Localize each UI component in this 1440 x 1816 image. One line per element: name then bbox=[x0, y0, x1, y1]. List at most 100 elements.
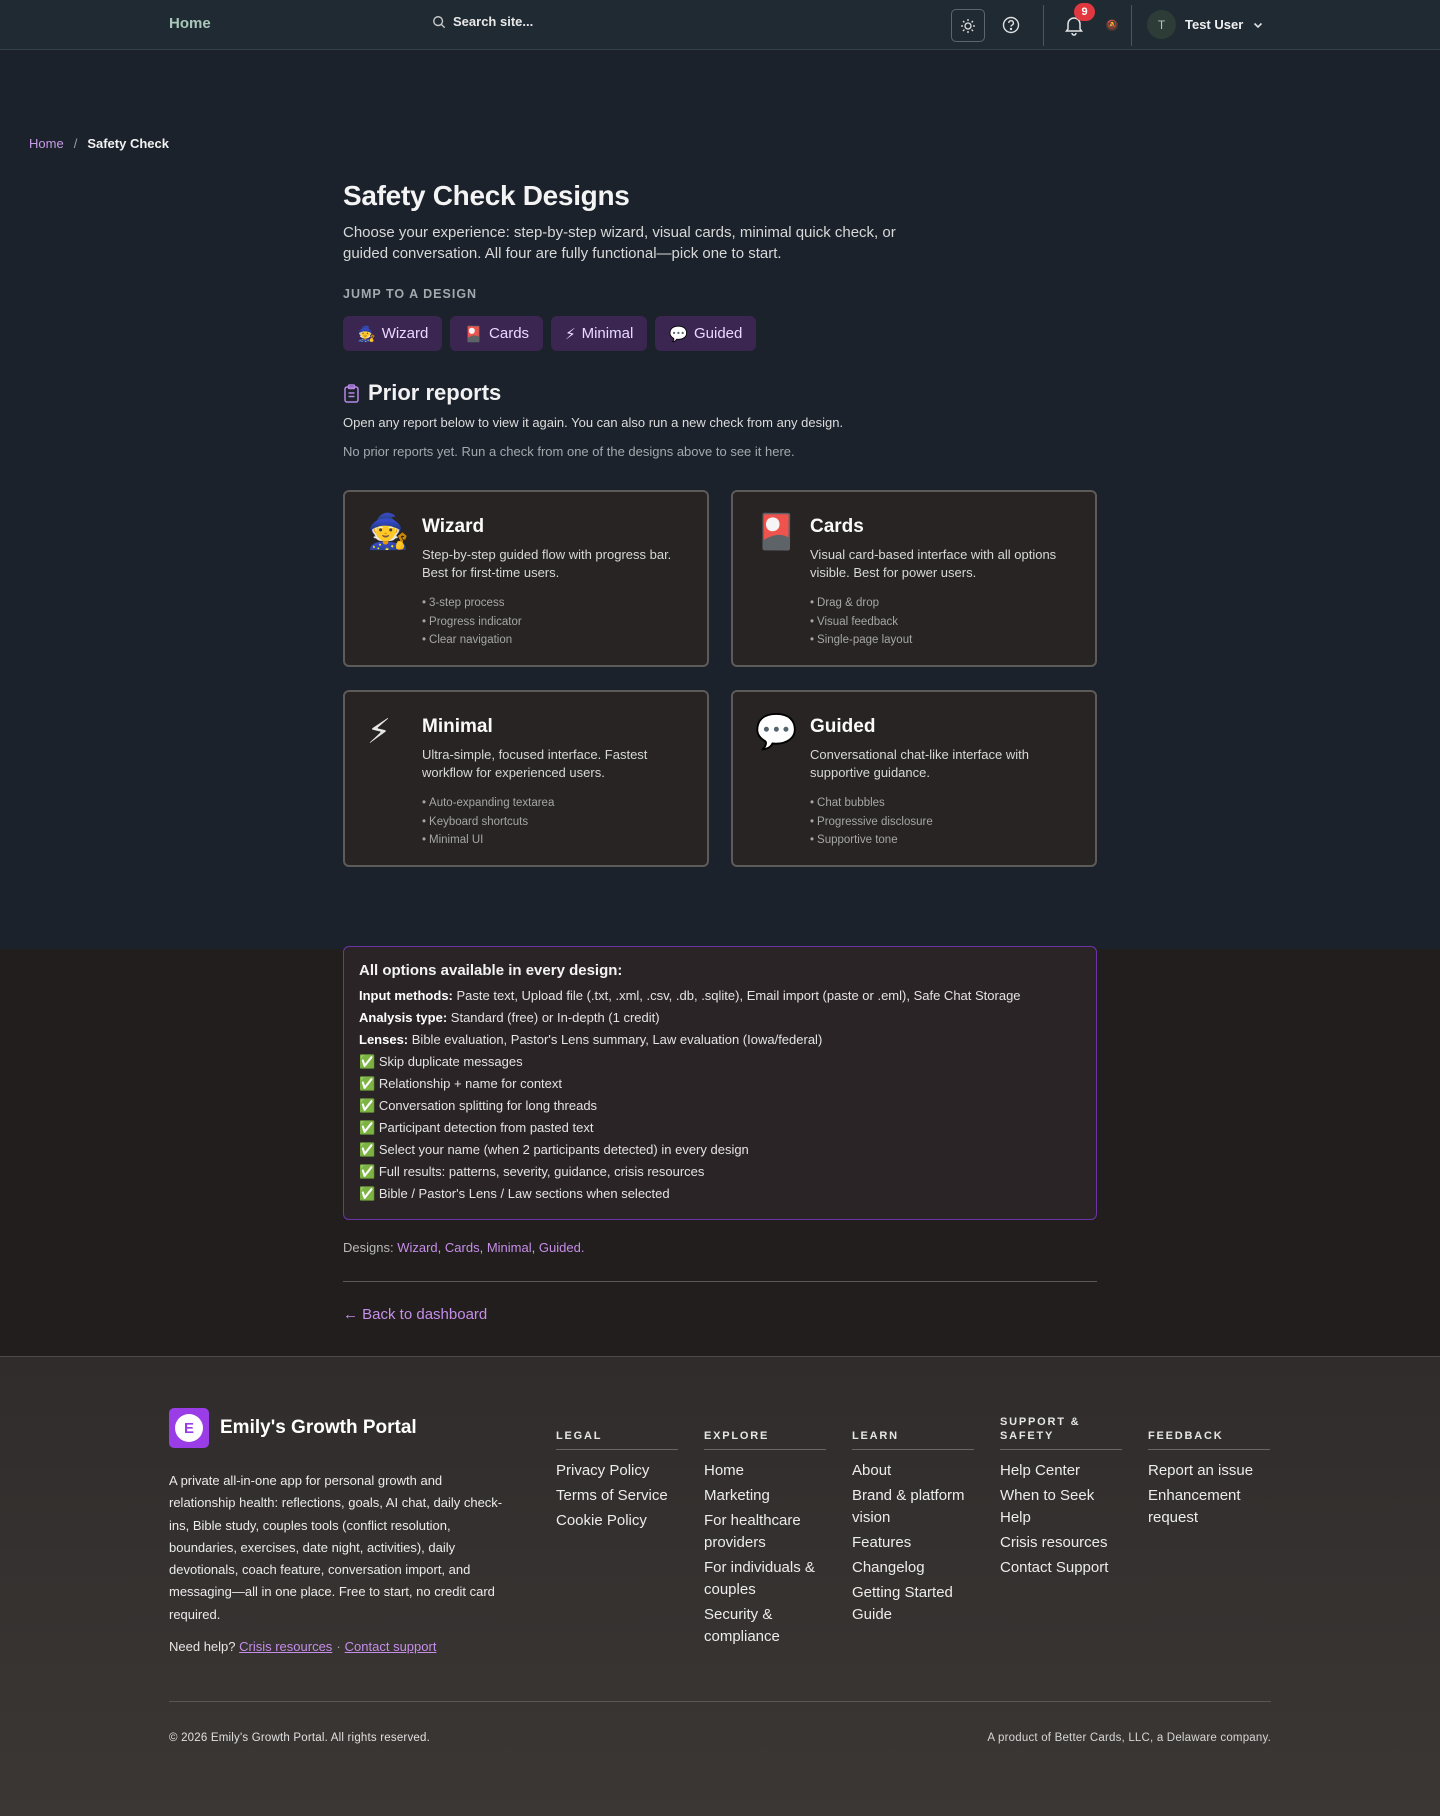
options-title: All options available in every design: bbox=[359, 962, 623, 979]
footer-link[interactable]: Crisis resources bbox=[1000, 1532, 1122, 1554]
check-icon: ✅ bbox=[359, 1186, 376, 1201]
speech-bubble-icon: 💬 bbox=[755, 713, 798, 751]
footer-link[interactable]: Marketing bbox=[704, 1485, 826, 1507]
footer-link[interactable]: Cookie Policy bbox=[556, 1510, 678, 1532]
page-intro: Choose your experience: step-by-step wiz… bbox=[343, 224, 896, 262]
list-item: Progress indicator bbox=[422, 613, 522, 632]
check-text: Full results: patterns, severity, guidan… bbox=[378, 1164, 705, 1179]
design-card-minimal[interactable]: ⚡ Minimal Ultra-simple, focused interfac… bbox=[343, 690, 709, 867]
separator: , bbox=[479, 1240, 484, 1255]
check-icon: ✅ bbox=[359, 1142, 376, 1157]
check-icon: ✅ bbox=[359, 1164, 376, 1179]
footer-link[interactable]: Security & compliance bbox=[704, 1604, 826, 1648]
footer-heading: SUPPORT & SAFETY bbox=[1000, 1402, 1122, 1450]
back-to-dashboard-link[interactable]: ← Back to dashboard bbox=[343, 1306, 487, 1323]
speech-bubble-icon: 💬 bbox=[669, 325, 688, 343]
card-description: Conversational chat-like interface with … bbox=[810, 747, 1029, 780]
check-icon: ✅ bbox=[359, 1054, 376, 1069]
feature-list: Auto-expanding textarea Keyboard shortcu… bbox=[422, 794, 554, 850]
footer-link[interactable]: About bbox=[852, 1460, 974, 1482]
design-card-cards[interactable]: 🎴 Cards Visual card-based interface with… bbox=[731, 490, 1097, 667]
theme-toggle-button[interactable] bbox=[951, 9, 985, 42]
company-note: A product of Better Cards, LLC, a Delawa… bbox=[987, 1732, 1271, 1744]
check-text: Skip duplicate messages bbox=[378, 1054, 523, 1069]
design-link-cards[interactable]: Cards bbox=[445, 1240, 480, 1255]
copyright: © 2026 Emily's Growth Portal. All rights… bbox=[169, 1732, 430, 1744]
prior-reports-title: Prior reports bbox=[368, 380, 502, 405]
footer-column-explore: EXPLORE Home Marketing For healthcare pr… bbox=[704, 1416, 826, 1651]
brand-initial: E bbox=[175, 1414, 203, 1442]
divider bbox=[343, 1281, 1097, 1282]
check-icon: ✅ bbox=[359, 1098, 376, 1113]
mute-icon[interactable]: 🔕 bbox=[1106, 19, 1118, 31]
design-card-guided[interactable]: 💬 Guided Conversational chat-like interf… bbox=[731, 690, 1097, 867]
crisis-resources-link[interactable]: Crisis resources bbox=[239, 1639, 332, 1654]
top-nav: Home Search site... 9 🔕 T Test User bbox=[0, 0, 1440, 50]
input-methods: Input methods: Paste text, Upload file (… bbox=[359, 985, 1081, 1007]
separator: , bbox=[531, 1240, 536, 1255]
design-link-minimal[interactable]: Minimal bbox=[487, 1240, 532, 1255]
chevron-down-icon bbox=[1254, 22, 1263, 28]
input-methods-label: Input methods: bbox=[359, 988, 453, 1003]
footer-link[interactable]: For healthcare providers bbox=[704, 1510, 826, 1554]
footer-link[interactable]: Contact Support bbox=[1000, 1557, 1122, 1579]
search-placeholder: Search site... bbox=[453, 14, 534, 29]
check-item: ✅ Select your name (when 2 participants … bbox=[359, 1139, 1081, 1161]
divider bbox=[1043, 5, 1044, 46]
help-icon[interactable] bbox=[1001, 15, 1021, 35]
lightning-icon: ⚡ bbox=[565, 325, 576, 343]
footer-link[interactable]: Brand & platform vision bbox=[852, 1485, 974, 1529]
check-item: ✅ Relationship + name for context bbox=[359, 1073, 1081, 1095]
user-menu-button[interactable]: T Test User bbox=[1147, 10, 1264, 39]
footer-link[interactable]: Home bbox=[704, 1460, 826, 1482]
clipboard-icon bbox=[344, 383, 359, 403]
list-item: Progressive disclosure bbox=[810, 813, 933, 832]
card-title: Minimal bbox=[422, 716, 493, 737]
breadcrumb-home[interactable]: Home bbox=[29, 136, 64, 151]
footer-link[interactable]: When to Seek Help bbox=[1000, 1485, 1122, 1529]
footer-link[interactable]: Terms of Service bbox=[556, 1485, 678, 1507]
analysis-type: Analysis type: Standard (free) or In-dep… bbox=[359, 1007, 1081, 1029]
footer-brand[interactable]: E Emily's Growth Portal bbox=[169, 1408, 417, 1448]
search-input[interactable]: Search site... bbox=[432, 14, 533, 29]
jump-minimal-button[interactable]: ⚡ Minimal bbox=[551, 316, 648, 351]
list-item: 3-step process bbox=[422, 594, 522, 613]
feature-list: 3-step process Progress indicator Clear … bbox=[422, 594, 522, 650]
wizard-icon: 🧙 bbox=[357, 325, 376, 343]
footer-link[interactable]: Enhancement request bbox=[1148, 1485, 1270, 1529]
design-card-wizard[interactable]: 🧙 Wizard Step-by-step guided flow with p… bbox=[343, 490, 709, 667]
divider bbox=[1131, 5, 1132, 46]
jump-guided-button[interactable]: 💬 Guided bbox=[655, 316, 757, 351]
contact-support-link[interactable]: Contact support bbox=[345, 1639, 437, 1654]
designs-links: Designs: Wizard, Cards, Minimal, Guided. bbox=[343, 1240, 584, 1255]
footer-link[interactable]: For individuals & couples bbox=[704, 1557, 826, 1601]
brand-logo: E bbox=[169, 1408, 209, 1448]
cards-icon: 🎴 bbox=[464, 325, 484, 343]
check-text: Bible / Pastor's Lens / Law sections whe… bbox=[378, 1186, 670, 1201]
notifications-badge: 9 bbox=[1074, 3, 1095, 21]
footer-heading: LEGAL bbox=[556, 1416, 678, 1450]
footer-link[interactable]: Report an issue bbox=[1148, 1460, 1270, 1482]
list-item: Clear navigation bbox=[422, 631, 522, 650]
design-link-guided[interactable]: Guided bbox=[539, 1240, 581, 1255]
footer-column-legal: LEGAL Privacy Policy Terms of Service Co… bbox=[556, 1416, 678, 1535]
footer-link[interactable]: Help Center bbox=[1000, 1460, 1122, 1482]
designs-prefix: Designs: bbox=[343, 1240, 394, 1255]
jump-label-text: Cards bbox=[489, 325, 530, 342]
brand-name: Emily's Growth Portal bbox=[220, 1417, 417, 1438]
footer-heading: FEEDBACK bbox=[1148, 1416, 1270, 1450]
card-title: Cards bbox=[810, 516, 864, 537]
check-icon: ✅ bbox=[359, 1076, 376, 1091]
breadcrumb-current: Safety Check bbox=[87, 136, 169, 151]
footer-link[interactable]: Features bbox=[852, 1532, 974, 1554]
footer-link[interactable]: Changelog bbox=[852, 1557, 974, 1579]
footer-link[interactable]: Getting Started Guide bbox=[852, 1582, 974, 1626]
design-link-wizard[interactable]: Wizard bbox=[397, 1240, 437, 1255]
search-icon bbox=[433, 15, 446, 28]
footer-link[interactable]: Privacy Policy bbox=[556, 1460, 678, 1482]
nav-home-link[interactable]: Home bbox=[169, 15, 211, 32]
card-description: Visual card-based interface with all opt… bbox=[810, 547, 1057, 580]
check-item: ✅ Bible / Pastor's Lens / Law sections w… bbox=[359, 1183, 1081, 1205]
jump-wizard-button[interactable]: 🧙 Wizard bbox=[343, 316, 443, 351]
jump-cards-button[interactable]: 🎴 Cards bbox=[450, 316, 544, 351]
